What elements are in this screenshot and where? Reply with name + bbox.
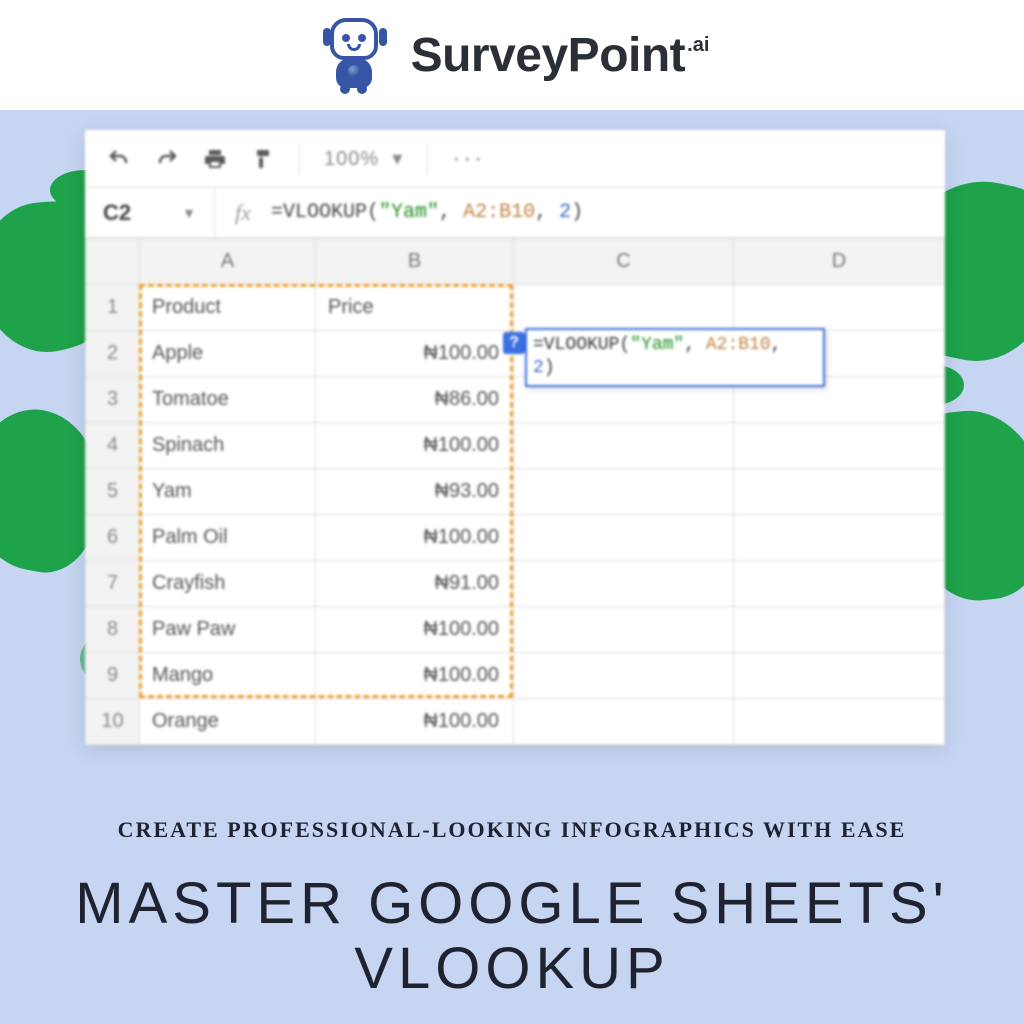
- cell[interactable]: [734, 561, 945, 607]
- zoom-dropdown[interactable]: 100% ▾: [324, 146, 403, 171]
- cell[interactable]: Tomatoe: [140, 377, 316, 423]
- row-header[interactable]: 3: [86, 377, 140, 423]
- table-row: 7 Crayfish ₦91.00: [86, 561, 945, 607]
- brand-suffix: .ai: [687, 34, 709, 57]
- active-cell-ref: C2: [103, 200, 131, 226]
- cell[interactable]: ₦100.00: [316, 423, 514, 469]
- row-header[interactable]: 5: [86, 469, 140, 515]
- toolbar-separator: [427, 144, 428, 174]
- formula-input[interactable]: =VLOOKUP("Yam", A2:B10, 2): [271, 201, 945, 224]
- more-tools-icon[interactable]: ···: [452, 145, 485, 173]
- formula-bar: C2 ▼ fx =VLOOKUP("Yam", A2:B10, 2): [85, 188, 945, 238]
- row-header[interactable]: 8: [86, 607, 140, 653]
- cell[interactable]: Spinach: [140, 423, 316, 469]
- cell[interactable]: ₦86.00: [316, 377, 514, 423]
- table-row: 9 Mango ₦100.00: [86, 653, 945, 699]
- grid-container: A B C D 1 Product Price 2: [85, 238, 945, 745]
- paint-format-icon[interactable]: [251, 147, 275, 171]
- col-header-d[interactable]: D: [734, 239, 945, 285]
- row-header[interactable]: 10: [86, 699, 140, 745]
- spreadsheet-window: 100% ▾ ··· C2 ▼ fx =VLOOKUP("Yam", A2:B1…: [85, 130, 945, 745]
- undo-icon[interactable]: [107, 147, 131, 171]
- cell[interactable]: Price: [316, 285, 514, 331]
- cell[interactable]: ₦100.00: [316, 515, 514, 561]
- cell[interactable]: Crayfish: [140, 561, 316, 607]
- col-header-a[interactable]: A: [140, 239, 316, 285]
- chevron-down-icon: ▼: [182, 205, 196, 221]
- cell[interactable]: [734, 423, 945, 469]
- caption-block: CREATE PROFESSIONAL-LOOKING INFOGRAPHICS…: [0, 813, 1024, 1002]
- cell[interactable]: Paw Paw: [140, 607, 316, 653]
- cell[interactable]: [514, 607, 734, 653]
- cell[interactable]: Product: [140, 285, 316, 331]
- row-header[interactable]: 2: [86, 331, 140, 377]
- toolbar-separator: [299, 144, 300, 174]
- cell[interactable]: ₦100.00: [316, 653, 514, 699]
- cell[interactable]: [514, 515, 734, 561]
- formula-help-icon[interactable]: ?: [503, 332, 525, 354]
- column-header-row: A B C D: [86, 239, 945, 285]
- cell[interactable]: ₦91.00: [316, 561, 514, 607]
- col-header-c[interactable]: C: [514, 239, 734, 285]
- spreadsheet-grid[interactable]: A B C D 1 Product Price 2: [85, 238, 945, 745]
- row-header[interactable]: 4: [86, 423, 140, 469]
- cell[interactable]: [734, 515, 945, 561]
- robot-logo-icon: [315, 16, 393, 94]
- brand-wordmark: SurveyPoint .ai: [411, 28, 710, 83]
- table-row: 1 Product Price: [86, 285, 945, 331]
- name-box[interactable]: C2 ▼: [85, 188, 215, 237]
- cell[interactable]: [514, 469, 734, 515]
- cell[interactable]: [734, 699, 945, 745]
- col-header-b[interactable]: B: [316, 239, 514, 285]
- title-text: MASTER GOOGLE SHEETS' VLOOKUP: [40, 872, 984, 1002]
- cell[interactable]: [514, 285, 734, 331]
- cell[interactable]: Orange: [140, 699, 316, 745]
- cell[interactable]: [734, 469, 945, 515]
- brand-name: SurveyPoint: [411, 28, 686, 83]
- table-row: 4 Spinach ₦100.00: [86, 423, 945, 469]
- cell[interactable]: Mango: [140, 653, 316, 699]
- cell[interactable]: ₦100.00: [316, 607, 514, 653]
- table-row: 8 Paw Paw ₦100.00: [86, 607, 945, 653]
- cell[interactable]: Apple: [140, 331, 316, 377]
- print-icon[interactable]: [203, 147, 227, 171]
- table-row: 6 Palm Oil ₦100.00: [86, 515, 945, 561]
- row-header[interactable]: 9: [86, 653, 140, 699]
- cell[interactable]: ₦100.00: [316, 699, 514, 745]
- row-header[interactable]: 7: [86, 561, 140, 607]
- redo-icon[interactable]: [155, 147, 179, 171]
- cell[interactable]: [514, 561, 734, 607]
- fx-label: fx: [215, 200, 271, 226]
- cell[interactable]: [514, 423, 734, 469]
- subtitle-text: CREATE PROFESSIONAL-LOOKING INFOGRAPHICS…: [40, 813, 984, 846]
- cell[interactable]: ₦100.00: [316, 331, 514, 377]
- cell[interactable]: ₦93.00: [316, 469, 514, 515]
- sheet-toolbar: 100% ▾ ···: [85, 130, 945, 188]
- cell[interactable]: [734, 653, 945, 699]
- cell-formula-editor[interactable]: =VLOOKUP("Yam", A2:B10, 2): [525, 328, 825, 387]
- cell[interactable]: [514, 699, 734, 745]
- corner-cell[interactable]: [86, 239, 140, 285]
- row-header[interactable]: 6: [86, 515, 140, 561]
- row-header[interactable]: 1: [86, 285, 140, 331]
- cell[interactable]: Palm Oil: [140, 515, 316, 561]
- cell[interactable]: [734, 285, 945, 331]
- cell[interactable]: [514, 653, 734, 699]
- cell[interactable]: [734, 607, 945, 653]
- hero-area: 100% ▾ ··· C2 ▼ fx =VLOOKUP("Yam", A2:B1…: [0, 110, 1024, 750]
- table-row: 5 Yam ₦93.00: [86, 469, 945, 515]
- table-row: 10 Orange ₦100.00: [86, 699, 945, 745]
- cell[interactable]: Yam: [140, 469, 316, 515]
- brand-header: SurveyPoint .ai: [0, 0, 1024, 110]
